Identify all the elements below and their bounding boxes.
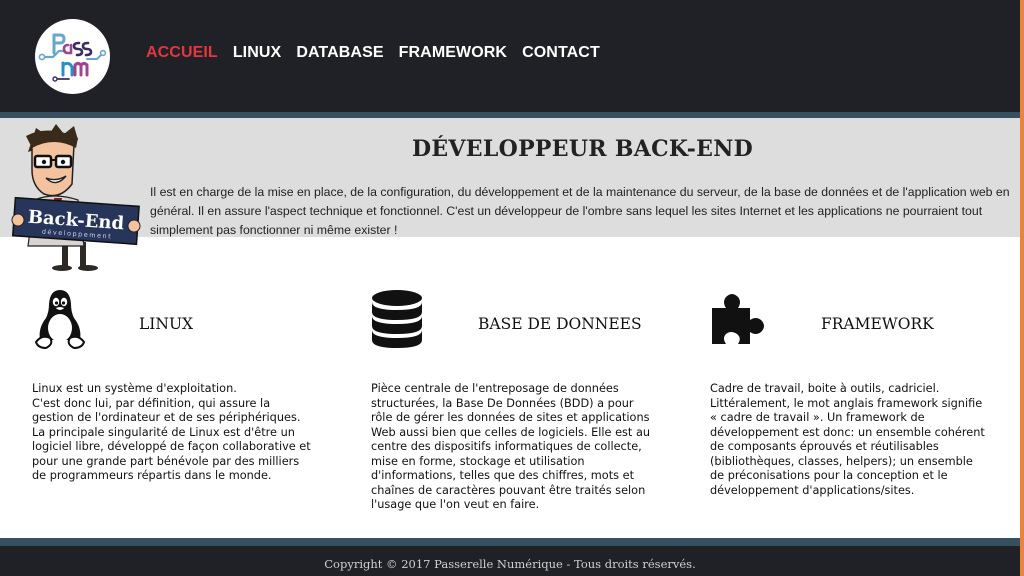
- feature-database-text: Pièce centrale de l'entreposage de donné…: [371, 382, 651, 511]
- footer-copyright: Copyright © 2017 Passerelle Numérique - …: [324, 557, 696, 571]
- feature-database-title: BASE DE DONNEES: [478, 315, 642, 333]
- database-icon: [372, 290, 422, 348]
- back-end-mascot-illustration: Back-End développement: [11, 124, 141, 271]
- feature-linux-title: LINUX: [139, 315, 194, 333]
- nav-accueil[interactable]: ACCUEIL: [146, 44, 218, 62]
- main-nav: ACCUEIL LINUX DATABASE FRAMEWORK CONTACT: [146, 44, 600, 62]
- footer-divider: [0, 538, 1020, 546]
- passerelle-logo-icon: [38, 33, 107, 82]
- hero-description: Il est en charge de la mise en place, de…: [150, 185, 1010, 237]
- right-accent-stripe: [1020, 0, 1024, 576]
- hero-title: DÉVELOPPEUR BACK-END: [411, 136, 754, 162]
- nav-framework[interactable]: FRAMEWORK: [399, 44, 507, 62]
- site-header: ACCUEIL LINUX DATABASE FRAMEWORK CONTACT: [0, 0, 1020, 112]
- nav-contact[interactable]: CONTACT: [522, 44, 600, 62]
- feature-linux-text: Linux est un système d'exploitation. C'e…: [32, 382, 311, 482]
- nav-database[interactable]: DATABASE: [296, 44, 383, 62]
- feature-framework-text: Cadre de travail, boite à outils, cadric…: [710, 382, 985, 497]
- puzzle-icon: [712, 294, 764, 344]
- feature-framework-title: FRAMEWORK: [821, 315, 934, 333]
- nav-linux[interactable]: LINUX: [233, 44, 282, 62]
- linux-penguin-icon: [34, 290, 86, 350]
- site-logo[interactable]: [35, 19, 110, 94]
